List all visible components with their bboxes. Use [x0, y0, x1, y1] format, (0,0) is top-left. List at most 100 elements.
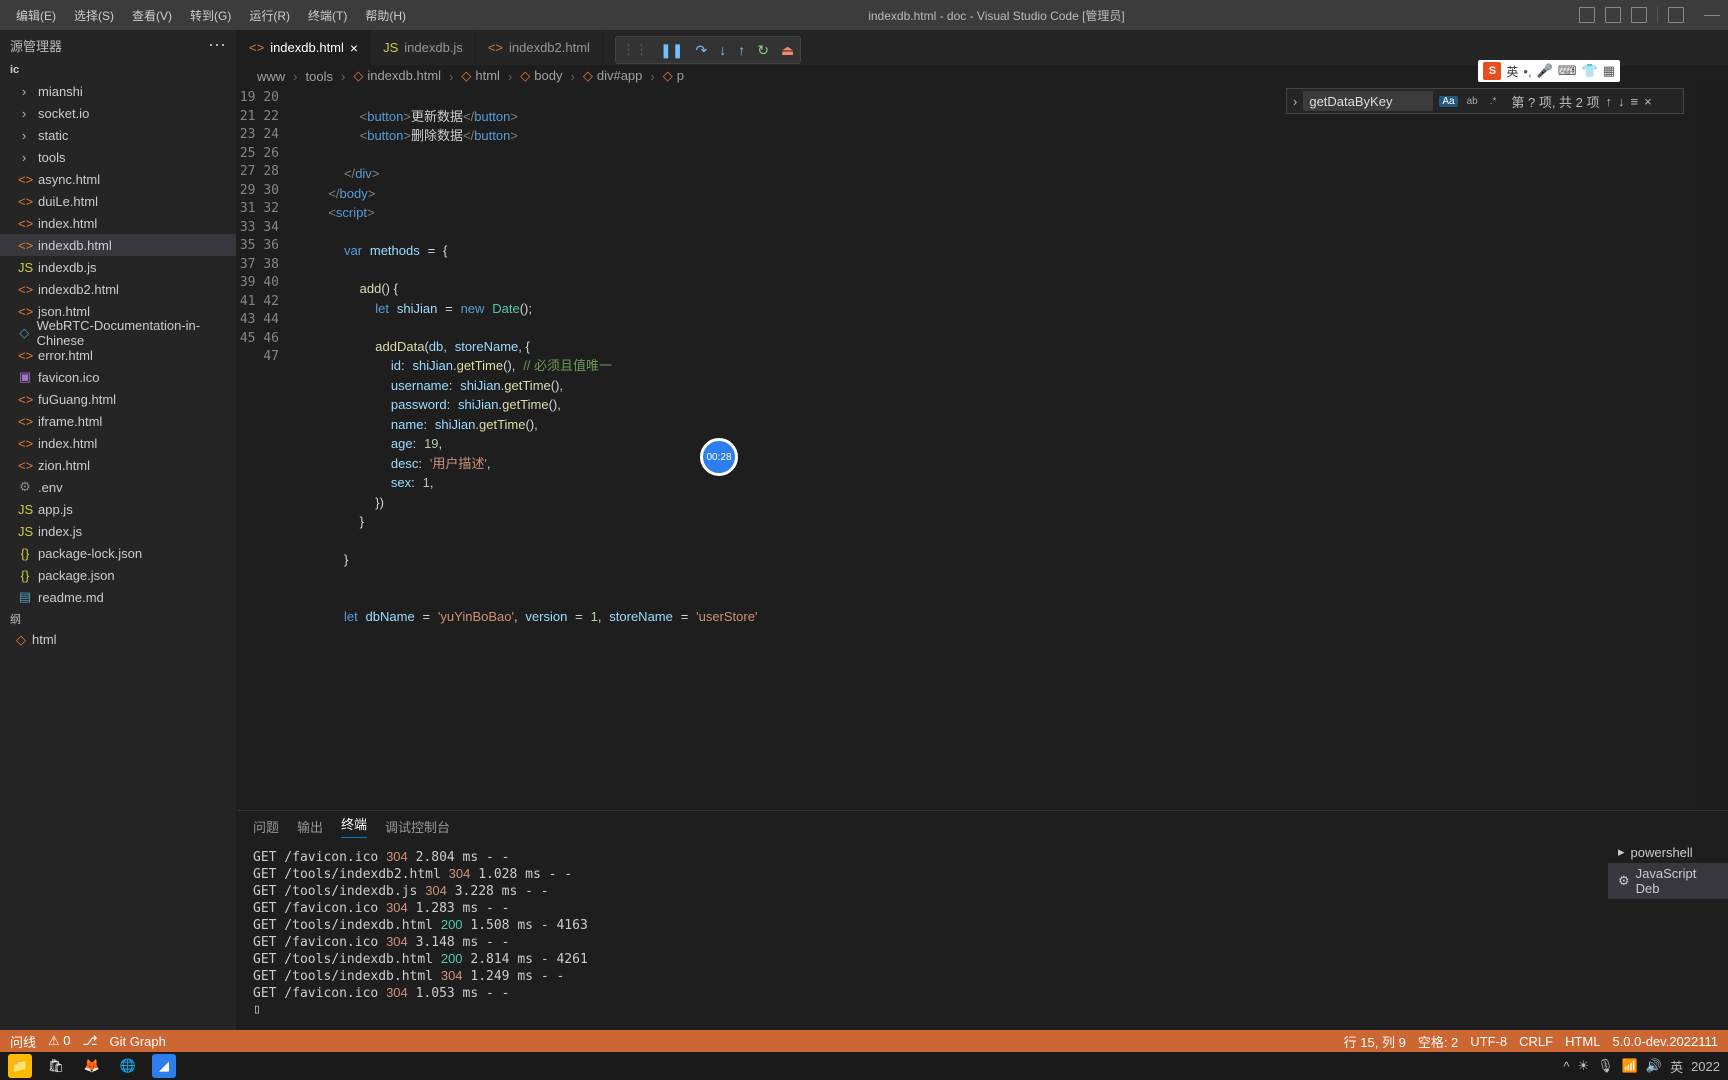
disconnect-icon[interactable]: ⏏: [781, 42, 794, 59]
file-duiLe.html[interactable]: <>duiLe.html: [0, 190, 236, 212]
ime-skin-icon[interactable]: 👕: [1582, 63, 1598, 79]
ime-keyboard-icon[interactable]: ⌨: [1558, 63, 1577, 79]
tab-indexdb2.html[interactable]: <>indexdb2.html: [476, 30, 603, 65]
breadcrumb-seg[interactable]: www: [257, 69, 285, 84]
firefox-app-icon[interactable]: 🦊: [80, 1054, 104, 1078]
folder-mianshi[interactable]: mianshi: [0, 80, 236, 102]
chrome-app-icon[interactable]: 🌐: [116, 1054, 140, 1078]
terminal-list[interactable]: ▸powershell⚙JavaScript Deb: [1608, 841, 1728, 899]
explorer-more-icon[interactable]: [208, 35, 226, 56]
regex-icon[interactable]: .*: [1487, 96, 1500, 107]
folder-tools[interactable]: tools: [0, 146, 236, 168]
status-item[interactable]: Git Graph: [110, 1034, 166, 1049]
store-app-icon[interactable]: 🛍: [44, 1054, 68, 1078]
file-indexdb.html[interactable]: <>indexdb.html: [0, 234, 236, 256]
ime-lang[interactable]: 英: [1506, 63, 1518, 80]
breadcrumb-seg[interactable]: ◇p: [663, 68, 684, 84]
close-search-icon[interactable]: ×: [1644, 94, 1652, 109]
panel-tab-问题[interactable]: 问题: [253, 817, 279, 836]
expand-replace-icon[interactable]: ›: [1293, 94, 1297, 109]
menu-转到(G)[interactable]: 转到(G): [182, 3, 239, 28]
step-over-icon[interactable]: ↷: [695, 42, 707, 59]
file-package.json[interactable]: {}package.json: [0, 564, 236, 586]
tray-item[interactable]: 英: [1670, 1057, 1683, 1076]
menu-终端(T)[interactable]: 终端(T): [300, 3, 355, 28]
file-package-lock.json[interactable]: {}package-lock.json: [0, 542, 236, 564]
status-item[interactable]: 5.0.0-dev.2022111: [1612, 1034, 1718, 1049]
menu-查看(V)[interactable]: 查看(V): [124, 3, 180, 28]
terminal-powershell[interactable]: ▸powershell: [1608, 841, 1728, 863]
tray-item[interactable]: ^: [1563, 1059, 1569, 1074]
layout-icons[interactable]: [1579, 7, 1720, 23]
tray-item[interactable]: 🔊: [1646, 1058, 1662, 1074]
file-zion.html[interactable]: <>zion.html: [0, 454, 236, 476]
timeline-section[interactable]: 纲: [0, 608, 236, 630]
drag-handle-icon[interactable]: ⋮⋮: [622, 42, 648, 58]
restart-icon[interactable]: ↻: [757, 42, 769, 59]
file-app.js[interactable]: JSapp.js: [0, 498, 236, 520]
menu-运行(R)[interactable]: 运行(R): [241, 3, 298, 28]
status-item[interactable]: HTML: [1565, 1034, 1600, 1049]
file-async.html[interactable]: <>async.html: [0, 168, 236, 190]
menu-帮助(H)[interactable]: 帮助(H): [357, 3, 414, 28]
status-item[interactable]: 空格: 2: [1418, 1032, 1458, 1051]
ime-punct-icon[interactable]: •,: [1523, 64, 1531, 79]
folder-socket.io[interactable]: socket.io: [0, 102, 236, 124]
minimap[interactable]: [1698, 87, 1728, 810]
menu-选择(S)[interactable]: 选择(S): [66, 3, 122, 28]
status-item[interactable]: CRLF: [1519, 1034, 1553, 1049]
file-indexdb2.html[interactable]: <>indexdb2.html: [0, 278, 236, 300]
close-icon[interactable]: [350, 40, 358, 56]
ime-toolbar[interactable]: S 英 •, 🎤 ⌨ 👕 ▦: [1478, 60, 1620, 82]
taskbar[interactable]: 📁 🛍 🦊 🌐 ◢ ^ ☀ 🎙 📶 🔊 英 2022: [0, 1052, 1728, 1080]
status-item[interactable]: UTF-8: [1470, 1034, 1507, 1049]
tab-indexdb.html[interactable]: <>indexdb.html: [237, 30, 371, 65]
file-iframe.html[interactable]: <>iframe.html: [0, 410, 236, 432]
folder-static[interactable]: static: [0, 124, 236, 146]
vscode-app-icon[interactable]: ◢: [152, 1054, 176, 1078]
breadcrumb-seg[interactable]: ◇body: [520, 68, 562, 84]
code-editor[interactable]: 19 20 21 22 23 24 25 26 27 28 29 30 31 3…: [237, 87, 1728, 810]
find-in-selection-icon[interactable]: ≡: [1631, 94, 1639, 109]
whole-word-icon[interactable]: ab: [1464, 96, 1481, 107]
file-WebRTC-Documentation-in-Chinese[interactable]: ◇WebRTC-Documentation-in-Chinese: [0, 322, 236, 344]
file-readme.md[interactable]: ▤readme.md: [0, 586, 236, 608]
file-favicon.ico[interactable]: ▣favicon.ico: [0, 366, 236, 388]
debug-toolbar[interactable]: ⋮⋮ ❚❚ ↷ ↓ ↑ ↻ ⏏: [615, 36, 801, 64]
file-fuGuang.html[interactable]: <>fuGuang.html: [0, 388, 236, 410]
breadcrumb-seg[interactable]: tools: [306, 69, 333, 84]
panel-right-icon[interactable]: [1631, 7, 1647, 23]
panel-bottom-icon[interactable]: [1605, 7, 1621, 23]
status-item[interactable]: ⎇: [83, 1033, 98, 1049]
prev-match-icon[interactable]: ↑: [1606, 94, 1613, 109]
status-item[interactable]: 行 15, 列 9: [1344, 1032, 1406, 1051]
minimize-icon[interactable]: [1704, 15, 1720, 16]
next-match-icon[interactable]: ↓: [1618, 94, 1625, 109]
panel-tabs[interactable]: 问题输出终端调试控制台: [237, 811, 1728, 841]
tray-item[interactable]: ☀: [1578, 1058, 1590, 1074]
tray-item[interactable]: 📶: [1622, 1058, 1638, 1074]
tray-item[interactable]: 2022: [1691, 1059, 1720, 1074]
panel-tab-终端[interactable]: 终端: [341, 814, 367, 838]
code-area[interactable]: <button>更新数据</button> <button>删除数据</butt…: [297, 87, 1698, 810]
breadcrumb-seg[interactable]: ◇div#app: [583, 68, 643, 84]
ime-tool-icon[interactable]: ▦: [1603, 63, 1615, 79]
timeline-item[interactable]: ◇html: [0, 630, 236, 650]
ime-mic-icon[interactable]: 🎤: [1537, 63, 1553, 79]
breadcrumb-seg[interactable]: ◇indexdb.html: [353, 68, 441, 84]
file-.env[interactable]: ⚙.env: [0, 476, 236, 498]
customize-icon[interactable]: [1668, 7, 1684, 23]
file-index.js[interactable]: JSindex.js: [0, 520, 236, 542]
tray-item[interactable]: 🎙: [1597, 1058, 1614, 1074]
explorer-app-icon[interactable]: 📁: [8, 1054, 32, 1078]
menu-编辑(E)[interactable]: 编辑(E): [8, 3, 64, 28]
panel-left-icon[interactable]: [1579, 7, 1595, 23]
panel-tab-输出[interactable]: 输出: [297, 817, 323, 836]
panel-tab-调试控制台[interactable]: 调试控制台: [385, 817, 450, 836]
explorer-root[interactable]: ic: [0, 60, 236, 80]
status-item[interactable]: 问线: [10, 1032, 36, 1051]
search-input[interactable]: [1303, 91, 1433, 111]
system-tray[interactable]: ^ ☀ 🎙 📶 🔊 英 2022: [1563, 1057, 1720, 1076]
step-into-icon[interactable]: ↓: [719, 42, 726, 58]
step-out-icon[interactable]: ↑: [738, 42, 745, 58]
